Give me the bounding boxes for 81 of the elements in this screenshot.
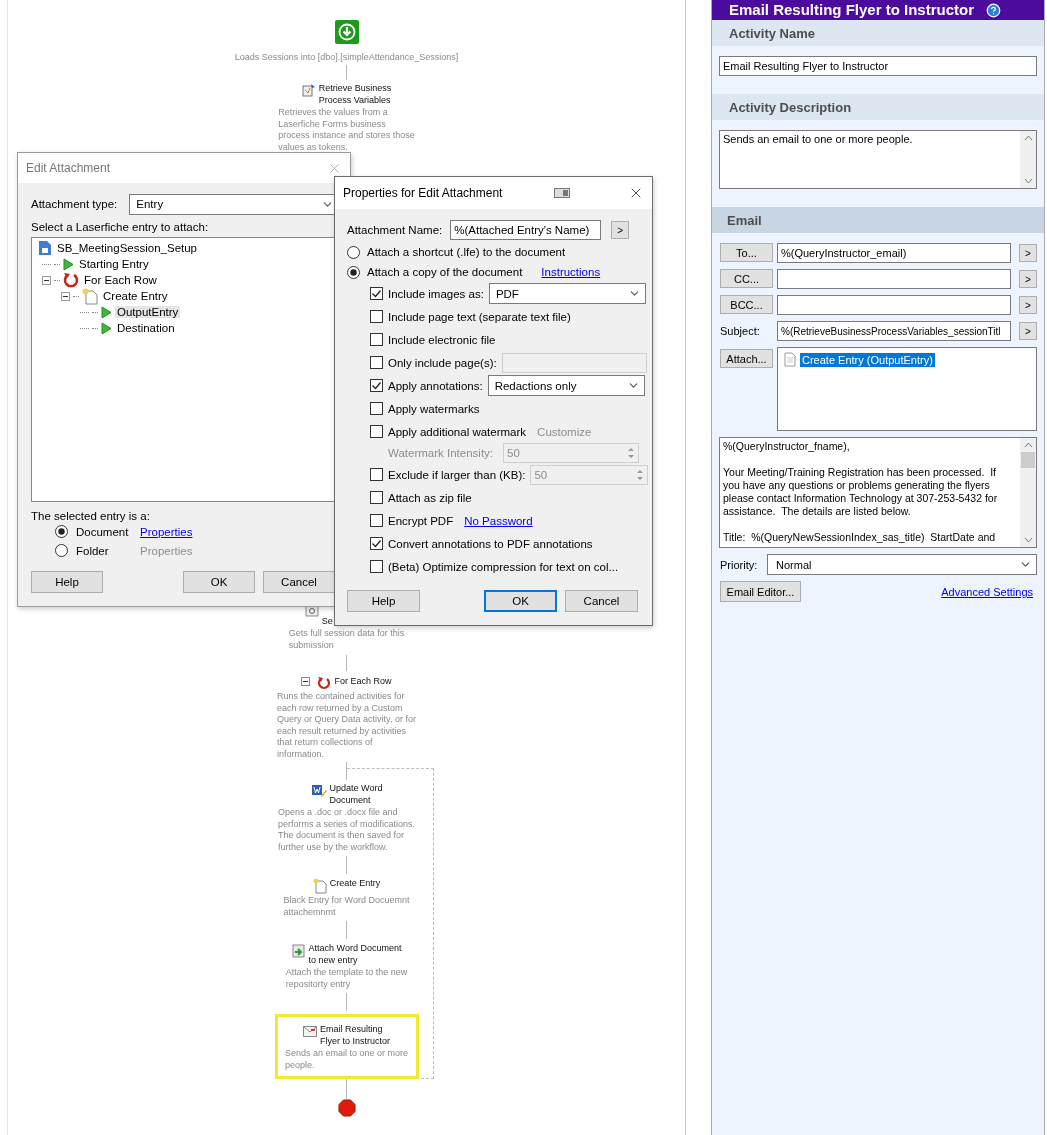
panel-title: Email Resulting Flyer to Instructor — [729, 1, 975, 19]
option-link[interactable]: No Password — [464, 514, 533, 527]
email-editor-button[interactable]: Email Editor... — [720, 581, 801, 602]
option-label: Only include page(s): — [388, 356, 497, 369]
recipient-button[interactable]: To... — [720, 243, 773, 262]
field-label: The selected entry is a: — [31, 510, 151, 522]
field-label: Attachment type: — [31, 198, 118, 210]
insert-token-button[interactable]: > — [611, 221, 630, 239]
section-header: Activity Description — [712, 94, 1044, 120]
attach-button[interactable]: Attach... — [720, 349, 773, 368]
insert-token-button[interactable]: > — [1019, 296, 1037, 314]
subject-field[interactable]: %(RetrieveBusinessProcessVariables_sessionTitl — [777, 321, 1011, 341]
description-textarea[interactable]: Sends an email to one or more people. — [719, 130, 1037, 189]
tree-item[interactable]: Destination — [115, 322, 177, 334]
option-label: Apply watermarks — [388, 402, 480, 415]
activity-title: Update Word Document — [329, 782, 383, 806]
priority-dropdown[interactable]: Normal — [767, 554, 1037, 575]
insert-token-button[interactable]: > — [1019, 270, 1037, 288]
insert-token-button[interactable]: > — [1019, 244, 1037, 262]
recipient-button[interactable]: BCC... — [720, 295, 773, 314]
activity-title: Create Entry — [329, 877, 381, 889]
option-dropdown[interactable]: Redactions only — [487, 375, 645, 396]
activity-description: Opens a .doc or .docx file and performs a series of modifications. The document is then saved for further use by the workflow. — [277, 807, 416, 853]
field-label: Subject: — [720, 325, 761, 337]
radio-label: Attach a copy of the document — [367, 266, 523, 278]
activity-name-field[interactable]: Email Resulting Flyer to Instructor — [719, 56, 1037, 76]
dialog-button[interactable]: Help — [347, 590, 420, 612]
insert-token-button[interactable]: > — [1019, 322, 1037, 340]
activity-title: Se — [321, 615, 333, 627]
dialog-button[interactable]: OK — [484, 590, 557, 612]
properties-link[interactable]: Properties — [140, 525, 193, 538]
tree-item[interactable]: For Each Row — [82, 274, 159, 286]
section-header: Activity Name — [712, 20, 1044, 46]
option-label: Attach as zip file — [388, 491, 472, 504]
dialog-title: Edit Attachment — [26, 161, 112, 175]
option-label: Include page text (separate text file) — [388, 310, 571, 323]
option-label: (Beta) Optimize compression for text on col... — [388, 560, 619, 573]
dialog-title: Properties for Edit Attachment — [343, 186, 504, 200]
option-label: Include electronic file — [388, 333, 496, 346]
radio-label: Attach a shortcut (.lfe) to the document — [367, 246, 566, 258]
activity-description: Gets full session data for this submission — [288, 628, 405, 651]
field-label: Select a Laserfiche entry to attach: — [31, 221, 210, 233]
dialog-button[interactable]: Cancel — [263, 571, 335, 593]
dialog-button[interactable]: OK — [183, 571, 255, 593]
activity-description: Retrieves the values from a Laserfiche Forms business process instance and stores those values as tokens. — [278, 107, 415, 153]
instructions-link[interactable]: Instructions — [541, 266, 601, 278]
attachment-name-field[interactable]: %(Attached Entry's Name) — [450, 220, 602, 240]
recipient-field[interactable]: %(QueryInstructor_email) — [777, 243, 1011, 263]
recipient-button[interactable]: CC... — [720, 269, 773, 288]
tree-item[interactable]: SB_MeetingSession_Setup — [55, 242, 199, 254]
option-label: Include images as: — [388, 287, 484, 300]
activity-description: Black Entry for Word Docuemnt attachemnmt — [283, 895, 410, 918]
activity-title: Email Resulting Flyer to Instructor — [320, 1023, 390, 1047]
dialog-button[interactable]: Help — [31, 571, 103, 593]
message-body-textarea[interactable]: %(QueryInstructor_fname), Your Meeting/Training Registration has been processed. If you have any questions or problems generating the flyers please contact Information Technology at 307-253-5432 for assistance. The details are listed below. Title: %(QueryNewSessionIndex_sas_title) StartDate and — [719, 437, 1037, 548]
tree-item[interactable]: OutputEntry — [115, 306, 181, 318]
attachment-item[interactable]: Create Entry (OutputEntry) — [800, 352, 935, 367]
activity-title: Retrieve Business Process Variables — [318, 82, 392, 106]
radio-label: Folder — [76, 544, 110, 557]
option-label: Convert annotations to PDF annotations — [388, 537, 593, 550]
option-label: Apply additional watermark — [388, 425, 527, 438]
activity-description: Sends an email to one or more people. — [284, 1048, 409, 1071]
tree-item[interactable]: Create Entry — [101, 290, 170, 302]
field-label: Priority: — [720, 558, 759, 571]
option-dropdown[interactable]: PDF — [488, 283, 646, 304]
radio-label: Document — [76, 525, 130, 538]
activity-description: Runs the contained activities for each row returned by a Custom Query or Query Data activity, or for each result returned by activities that return collections of information. — [277, 691, 416, 760]
section-header: Email — [712, 207, 1044, 233]
option-label: Watermark Intensity: — [388, 447, 494, 459]
activity-description: Attach the template to the new repositorty entry — [285, 967, 408, 990]
option-label: Encrypt PDF — [388, 514, 454, 527]
field-label: Attachment Name: — [347, 224, 443, 236]
activity-title: Attach Word Document to new entry — [308, 942, 402, 966]
tree-item[interactable]: Starting Entry — [77, 258, 151, 270]
start-caption: Loads Sessions into [dbo].[simpleAttendance_Sessions] — [234, 51, 459, 63]
advanced-settings-link[interactable]: Advanced Settings — [941, 586, 1033, 598]
option-label: Exclude if larger than (KB): — [388, 468, 526, 481]
dialog-button[interactable]: Cancel — [565, 590, 638, 612]
activity-title: For Each Row — [334, 675, 392, 687]
option-label: Apply annotations: — [388, 379, 483, 392]
selected-activity[interactable]: Email Resulting Flyer to Instructor Sends an email to one or more people. — [274, 1014, 419, 1079]
